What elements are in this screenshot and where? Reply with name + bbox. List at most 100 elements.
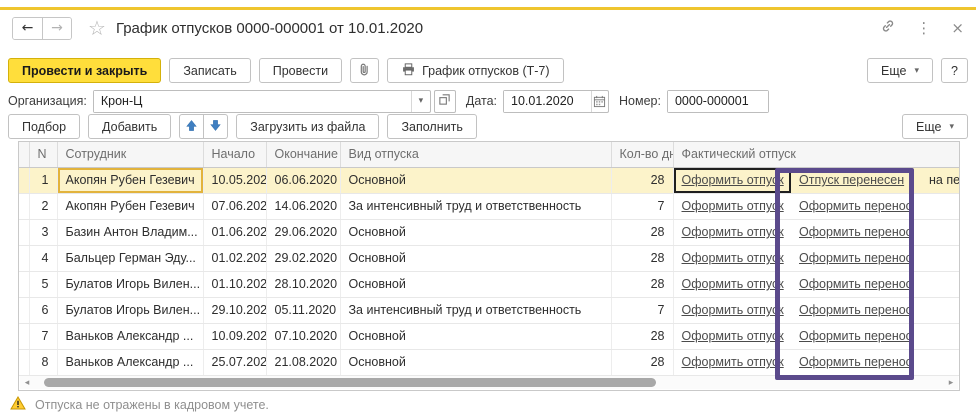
fill-button[interactable]: Заполнить [387,114,476,139]
more-button-main[interactable]: Еще ▾ [867,58,933,83]
make-vacation-link[interactable]: Оформить отпуск [682,355,784,369]
table-row[interactable]: 1 Акопян Рубен Гезевич 10.05.2020 06.06.… [19,167,959,193]
make-transfer-link[interactable]: Оформить перенос [799,225,912,239]
cell-end-date[interactable]: 21.08.2020 [266,349,340,375]
cell-end-date[interactable]: 14.06.2020 [266,193,340,219]
cell-make-transfer[interactable]: Оформить перенос [791,323,921,349]
cell-make-transfer[interactable]: Оформить перенос [791,297,921,323]
table-row[interactable]: 3 Базин Антон Владим... 01.06.2020 29.06… [19,219,959,245]
cell-make-vacation[interactable]: Оформить отпуск [673,271,791,297]
make-transfer-link[interactable]: Оформить перенос [799,277,912,291]
help-button[interactable]: ? [941,58,968,83]
cell-vacation-kind[interactable]: Основной [340,219,611,245]
make-vacation-link[interactable]: Оформить отпуск [682,303,784,317]
cell-employee[interactable]: Бальцер Герман Эду... [57,245,203,271]
cell-make-transfer[interactable]: Оформить перенос [791,219,921,245]
make-vacation-link[interactable]: Оформить отпуск [682,277,784,291]
kebab-menu-icon[interactable]: ⋮ [916,20,931,36]
cell-start-date[interactable]: 25.07.2020 [203,349,266,375]
cell-make-transfer[interactable]: Отпуск перенесен [791,167,921,193]
make-transfer-link[interactable]: Оформить перенос [799,329,912,343]
cell-extra[interactable] [921,271,959,297]
cell-vacation-kind[interactable]: За интенсивный труд и ответственность [340,297,611,323]
back-arrow-icon[interactable]: ← [13,18,42,39]
cell-extra[interactable] [921,193,959,219]
move-up-button[interactable] [179,114,204,139]
make-vacation-link[interactable]: Оформить отпуск [682,225,784,239]
cell-days-count[interactable]: 28 [611,219,673,245]
organization-dropdown-icon[interactable]: ▾ [411,91,430,112]
cell-end-date[interactable]: 06.06.2020 [266,167,340,193]
make-vacation-link[interactable]: Оформить отпуск [682,329,784,343]
cell-start-date[interactable]: 01.06.2020 [203,219,266,245]
cell-employee[interactable]: Акопян Рубен Гезевич [57,193,203,219]
cell-days-count[interactable]: 28 [611,167,673,193]
scroll-right-icon[interactable]: ▸ [944,378,958,388]
cell-employee[interactable]: Ваньков Александр ... [57,349,203,375]
add-button[interactable]: Добавить [88,114,171,139]
cell-row-number[interactable]: 5 [29,271,57,297]
scrollbar-track[interactable] [34,378,944,387]
cell-days-count[interactable]: 28 [611,245,673,271]
cell-row-number[interactable]: 7 [29,323,57,349]
close-icon[interactable]: × [951,20,964,36]
cell-row-number[interactable]: 2 [29,193,57,219]
number-input[interactable] [668,91,768,112]
load-from-file-button[interactable]: Загрузить из файла [236,114,379,139]
open-organization-button[interactable] [434,90,456,113]
cell-vacation-kind[interactable]: Основной [340,245,611,271]
print-t7-button[interactable]: График отпусков (Т-7) [387,58,563,83]
cell-row-number[interactable]: 6 [29,297,57,323]
cell-row-number[interactable]: 8 [29,349,57,375]
cell-days-count[interactable]: 28 [611,349,673,375]
pick-button[interactable]: Подбор [8,114,80,139]
scrollbar-thumb[interactable] [44,378,656,387]
cell-end-date[interactable]: 05.11.2020 [266,297,340,323]
cell-make-transfer[interactable]: Оформить перенос [791,349,921,375]
table-row[interactable]: 4 Бальцер Герман Эду... 01.02.2020 29.02… [19,245,959,271]
cell-end-date[interactable]: 28.10.2020 [266,271,340,297]
cell-start-date[interactable]: 29.10.2020 [203,297,266,323]
cell-row-number[interactable]: 4 [29,245,57,271]
cell-start-date[interactable]: 10.09.2020 [203,323,266,349]
cell-row-number[interactable]: 3 [29,219,57,245]
cell-extra[interactable] [921,245,959,271]
get-link-icon[interactable] [880,18,896,38]
cell-employee[interactable]: Акопян Рубен Гезевич [57,167,203,193]
cell-extra[interactable] [921,297,959,323]
cell-days-count[interactable]: 7 [611,193,673,219]
cell-make-vacation[interactable]: Оформить отпуск [673,193,791,219]
cell-start-date[interactable]: 01.10.2020 [203,271,266,297]
table-row[interactable]: 7 Ваньков Александр ... 10.09.2020 07.10… [19,323,959,349]
post-and-close-button[interactable]: Провести и закрыть [8,58,161,83]
make-transfer-link[interactable]: Оформить перенос [799,199,912,213]
scroll-left-icon[interactable]: ◂ [20,378,34,388]
cell-make-transfer[interactable]: Оформить перенос [791,193,921,219]
cell-make-vacation[interactable]: Оформить отпуск [673,349,791,375]
cell-start-date[interactable]: 10.05.2020 [203,167,266,193]
cell-vacation-kind[interactable]: Основной [340,323,611,349]
cell-days-count[interactable]: 7 [611,297,673,323]
cell-end-date[interactable]: 07.10.2020 [266,323,340,349]
cell-vacation-kind[interactable]: Основной [340,167,611,193]
table-row[interactable]: 5 Булатов Игорь Вилен... 01.10.2020 28.1… [19,271,959,297]
make-transfer-link[interactable]: Оформить перенос [799,355,912,369]
cell-end-date[interactable]: 29.02.2020 [266,245,340,271]
save-button[interactable]: Записать [169,58,250,83]
cell-make-vacation[interactable]: Оформить отпуск [673,167,791,193]
make-transfer-link[interactable]: Отпуск перенесен [799,173,904,187]
cell-employee[interactable]: Базин Антон Владим... [57,219,203,245]
make-vacation-link[interactable]: Оформить отпуск [682,251,784,265]
table-row[interactable]: 8 Ваньков Александр ... 25.07.2020 21.08… [19,349,959,375]
cell-employee[interactable]: Булатов Игорь Вилен... [57,271,203,297]
make-vacation-link[interactable]: Оформить отпуск [682,199,784,213]
cell-make-transfer[interactable]: Оформить перенос [791,271,921,297]
cell-start-date[interactable]: 01.02.2020 [203,245,266,271]
cell-extra[interactable] [921,323,959,349]
cell-vacation-kind[interactable]: Основной [340,271,611,297]
attachments-button[interactable] [350,58,379,83]
cell-vacation-kind[interactable]: За интенсивный труд и ответственность [340,193,611,219]
organization-input[interactable] [94,91,411,112]
cell-extra[interactable] [921,219,959,245]
calendar-icon[interactable] [591,91,608,112]
